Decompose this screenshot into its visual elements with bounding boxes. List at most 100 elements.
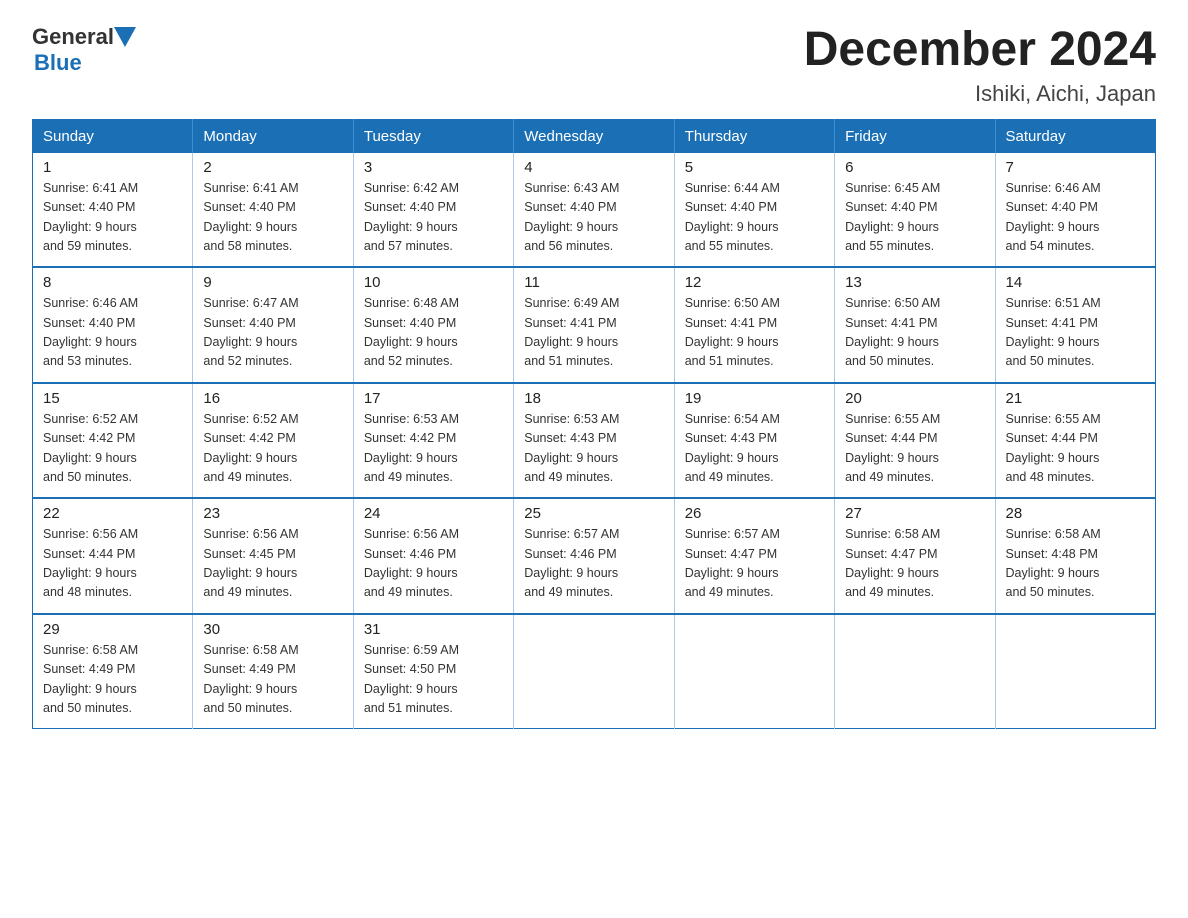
calendar-day-cell: 23 Sunrise: 6:56 AM Sunset: 4:45 PM Dayl… xyxy=(193,498,353,614)
day-number: 1 xyxy=(43,159,182,176)
calendar-week-row: 15 Sunrise: 6:52 AM Sunset: 4:42 PM Dayl… xyxy=(33,383,1156,499)
day-info: Sunrise: 6:59 AM Sunset: 4:50 PM Dayligh… xyxy=(364,641,503,719)
day-number: 5 xyxy=(685,159,824,176)
day-info: Sunrise: 6:44 AM Sunset: 4:40 PM Dayligh… xyxy=(685,179,824,257)
calendar-day-cell: 9 Sunrise: 6:47 AM Sunset: 4:40 PM Dayli… xyxy=(193,267,353,383)
day-number: 10 xyxy=(364,274,503,291)
calendar-day-cell: 18 Sunrise: 6:53 AM Sunset: 4:43 PM Dayl… xyxy=(514,383,674,499)
calendar-day-cell: 22 Sunrise: 6:56 AM Sunset: 4:44 PM Dayl… xyxy=(33,498,193,614)
day-info: Sunrise: 6:51 AM Sunset: 4:41 PM Dayligh… xyxy=(1006,294,1145,372)
calendar-day-cell: 10 Sunrise: 6:48 AM Sunset: 4:40 PM Dayl… xyxy=(353,267,513,383)
day-info: Sunrise: 6:58 AM Sunset: 4:48 PM Dayligh… xyxy=(1006,525,1145,603)
calendar-day-cell: 20 Sunrise: 6:55 AM Sunset: 4:44 PM Dayl… xyxy=(835,383,995,499)
day-number: 26 xyxy=(685,505,824,522)
day-number: 7 xyxy=(1006,159,1145,176)
logo-triangle-icon xyxy=(114,27,136,47)
calendar-day-cell xyxy=(835,614,995,729)
day-info: Sunrise: 6:46 AM Sunset: 4:40 PM Dayligh… xyxy=(1006,179,1145,257)
day-number: 17 xyxy=(364,390,503,407)
day-info: Sunrise: 6:49 AM Sunset: 4:41 PM Dayligh… xyxy=(524,294,663,372)
day-info: Sunrise: 6:53 AM Sunset: 4:43 PM Dayligh… xyxy=(524,410,663,488)
day-info: Sunrise: 6:41 AM Sunset: 4:40 PM Dayligh… xyxy=(203,179,342,257)
calendar-day-cell: 27 Sunrise: 6:58 AM Sunset: 4:47 PM Dayl… xyxy=(835,498,995,614)
day-info: Sunrise: 6:55 AM Sunset: 4:44 PM Dayligh… xyxy=(1006,410,1145,488)
day-info: Sunrise: 6:58 AM Sunset: 4:49 PM Dayligh… xyxy=(203,641,342,719)
day-number: 8 xyxy=(43,274,182,291)
day-number: 22 xyxy=(43,505,182,522)
calendar-day-cell: 30 Sunrise: 6:58 AM Sunset: 4:49 PM Dayl… xyxy=(193,614,353,729)
calendar-week-row: 29 Sunrise: 6:58 AM Sunset: 4:49 PM Dayl… xyxy=(33,614,1156,729)
day-number: 2 xyxy=(203,159,342,176)
day-number: 14 xyxy=(1006,274,1145,291)
day-number: 28 xyxy=(1006,505,1145,522)
day-number: 12 xyxy=(685,274,824,291)
calendar-day-cell xyxy=(674,614,834,729)
calendar-day-header: Friday xyxy=(835,119,995,153)
calendar-week-row: 22 Sunrise: 6:56 AM Sunset: 4:44 PM Dayl… xyxy=(33,498,1156,614)
calendar-day-cell: 6 Sunrise: 6:45 AM Sunset: 4:40 PM Dayli… xyxy=(835,153,995,268)
calendar-day-cell: 5 Sunrise: 6:44 AM Sunset: 4:40 PM Dayli… xyxy=(674,153,834,268)
day-info: Sunrise: 6:48 AM Sunset: 4:40 PM Dayligh… xyxy=(364,294,503,372)
day-info: Sunrise: 6:58 AM Sunset: 4:49 PM Dayligh… xyxy=(43,641,182,719)
calendar-day-cell: 28 Sunrise: 6:58 AM Sunset: 4:48 PM Dayl… xyxy=(995,498,1155,614)
day-info: Sunrise: 6:57 AM Sunset: 4:47 PM Dayligh… xyxy=(685,525,824,603)
logo: General Blue xyxy=(32,24,136,76)
calendar-day-cell: 29 Sunrise: 6:58 AM Sunset: 4:49 PM Dayl… xyxy=(33,614,193,729)
calendar-header-row: SundayMondayTuesdayWednesdayThursdayFrid… xyxy=(33,119,1156,153)
calendar-table: SundayMondayTuesdayWednesdayThursdayFrid… xyxy=(32,119,1156,730)
calendar-day-cell: 4 Sunrise: 6:43 AM Sunset: 4:40 PM Dayli… xyxy=(514,153,674,268)
calendar-day-cell: 17 Sunrise: 6:53 AM Sunset: 4:42 PM Dayl… xyxy=(353,383,513,499)
day-number: 3 xyxy=(364,159,503,176)
day-info: Sunrise: 6:42 AM Sunset: 4:40 PM Dayligh… xyxy=(364,179,503,257)
page-title: December 2024 xyxy=(804,24,1156,77)
day-info: Sunrise: 6:55 AM Sunset: 4:44 PM Dayligh… xyxy=(845,410,984,488)
calendar-day-cell: 25 Sunrise: 6:57 AM Sunset: 4:46 PM Dayl… xyxy=(514,498,674,614)
day-number: 21 xyxy=(1006,390,1145,407)
calendar-week-row: 1 Sunrise: 6:41 AM Sunset: 4:40 PM Dayli… xyxy=(33,153,1156,268)
day-number: 20 xyxy=(845,390,984,407)
day-number: 23 xyxy=(203,505,342,522)
day-number: 31 xyxy=(364,621,503,638)
day-info: Sunrise: 6:50 AM Sunset: 4:41 PM Dayligh… xyxy=(685,294,824,372)
page-subtitle: Ishiki, Aichi, Japan xyxy=(804,81,1156,107)
calendar-day-cell: 24 Sunrise: 6:56 AM Sunset: 4:46 PM Dayl… xyxy=(353,498,513,614)
day-number: 9 xyxy=(203,274,342,291)
calendar-day-cell xyxy=(995,614,1155,729)
day-info: Sunrise: 6:43 AM Sunset: 4:40 PM Dayligh… xyxy=(524,179,663,257)
calendar-day-cell: 13 Sunrise: 6:50 AM Sunset: 4:41 PM Dayl… xyxy=(835,267,995,383)
day-number: 29 xyxy=(43,621,182,638)
calendar-day-cell: 7 Sunrise: 6:46 AM Sunset: 4:40 PM Dayli… xyxy=(995,153,1155,268)
day-number: 6 xyxy=(845,159,984,176)
day-info: Sunrise: 6:56 AM Sunset: 4:45 PM Dayligh… xyxy=(203,525,342,603)
day-info: Sunrise: 6:41 AM Sunset: 4:40 PM Dayligh… xyxy=(43,179,182,257)
calendar-day-header: Tuesday xyxy=(353,119,513,153)
calendar-day-cell: 3 Sunrise: 6:42 AM Sunset: 4:40 PM Dayli… xyxy=(353,153,513,268)
day-info: Sunrise: 6:50 AM Sunset: 4:41 PM Dayligh… xyxy=(845,294,984,372)
calendar-day-header: Saturday xyxy=(995,119,1155,153)
title-block: December 2024 Ishiki, Aichi, Japan xyxy=(804,24,1156,107)
day-number: 13 xyxy=(845,274,984,291)
calendar-day-cell: 11 Sunrise: 6:49 AM Sunset: 4:41 PM Dayl… xyxy=(514,267,674,383)
page-header: General Blue December 2024 Ishiki, Aichi… xyxy=(32,24,1156,107)
day-info: Sunrise: 6:52 AM Sunset: 4:42 PM Dayligh… xyxy=(43,410,182,488)
day-number: 27 xyxy=(845,505,984,522)
day-number: 4 xyxy=(524,159,663,176)
calendar-day-header: Thursday xyxy=(674,119,834,153)
calendar-day-cell: 14 Sunrise: 6:51 AM Sunset: 4:41 PM Dayl… xyxy=(995,267,1155,383)
day-number: 19 xyxy=(685,390,824,407)
calendar-day-cell: 16 Sunrise: 6:52 AM Sunset: 4:42 PM Dayl… xyxy=(193,383,353,499)
calendar-day-cell: 19 Sunrise: 6:54 AM Sunset: 4:43 PM Dayl… xyxy=(674,383,834,499)
calendar-day-cell: 2 Sunrise: 6:41 AM Sunset: 4:40 PM Dayli… xyxy=(193,153,353,268)
day-number: 24 xyxy=(364,505,503,522)
calendar-day-cell: 8 Sunrise: 6:46 AM Sunset: 4:40 PM Dayli… xyxy=(33,267,193,383)
calendar-day-cell: 21 Sunrise: 6:55 AM Sunset: 4:44 PM Dayl… xyxy=(995,383,1155,499)
day-number: 18 xyxy=(524,390,663,407)
calendar-day-header: Wednesday xyxy=(514,119,674,153)
logo-blue-text: Blue xyxy=(34,50,82,76)
day-info: Sunrise: 6:56 AM Sunset: 4:46 PM Dayligh… xyxy=(364,525,503,603)
day-info: Sunrise: 6:47 AM Sunset: 4:40 PM Dayligh… xyxy=(203,294,342,372)
calendar-day-cell: 12 Sunrise: 6:50 AM Sunset: 4:41 PM Dayl… xyxy=(674,267,834,383)
day-number: 15 xyxy=(43,390,182,407)
day-number: 16 xyxy=(203,390,342,407)
calendar-day-cell: 31 Sunrise: 6:59 AM Sunset: 4:50 PM Dayl… xyxy=(353,614,513,729)
